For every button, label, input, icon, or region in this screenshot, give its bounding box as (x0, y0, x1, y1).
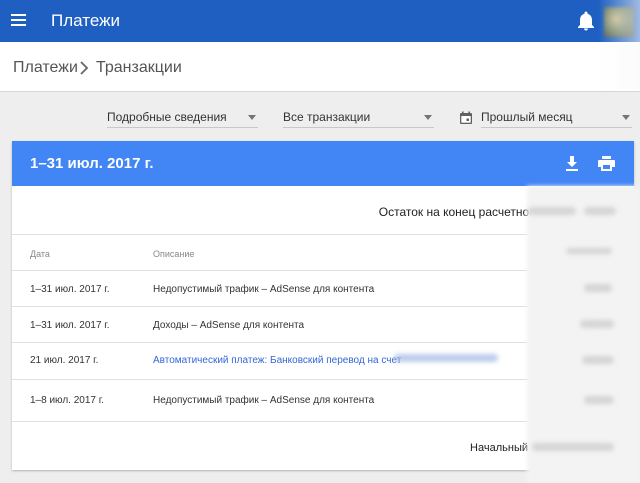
chevron-right-icon (79, 60, 89, 76)
redacted-value (528, 207, 576, 215)
notifications-bell-icon[interactable] (577, 11, 595, 31)
transaction-type-dropdown[interactable]: Все транзакции (283, 106, 434, 128)
redacted-value (584, 207, 616, 215)
row-description: Недопустимый трафик – AdSense для контен… (153, 395, 375, 406)
redacted-value (580, 320, 614, 328)
redacted-region (527, 186, 640, 483)
starting-balance-label: Начальный (470, 442, 528, 454)
column-header-description: Описание (153, 249, 195, 259)
menu-icon[interactable] (11, 11, 28, 31)
filter-row: Подробные сведения Все транзакции Прошлы… (0, 96, 640, 136)
date-range-dropdown[interactable]: Прошлый месяц (481, 106, 632, 128)
row-description: Доходы – AdSense для контента (153, 320, 305, 331)
row-date: 1–31 июл. 2017 г. (30, 284, 110, 295)
dropdown-arrow-icon (248, 115, 256, 120)
redacted-value (582, 356, 614, 364)
redacted-account-number (394, 354, 498, 362)
print-icon[interactable] (598, 156, 615, 171)
redacted-edge (598, 0, 640, 90)
dropdown-arrow-icon (424, 115, 432, 120)
calendar-icon (459, 111, 473, 125)
dropdown-arrow-icon (622, 115, 630, 120)
breadcrumb-current: Транзакции (96, 59, 182, 76)
date-range-value: Прошлый месяц (481, 110, 573, 124)
row-description: Недопустимый трафик – AdSense для контен… (153, 284, 375, 295)
row-date: 1–8 июл. 2017 г. (30, 395, 104, 406)
row-date: 1–31 июл. 2017 г. (30, 320, 110, 331)
ending-balance-label: Остаток на конец расчетного (378, 205, 540, 219)
redacted-value (566, 248, 612, 254)
card-header: 1–31 июл. 2017 г. (12, 141, 634, 186)
redacted-value (584, 396, 614, 404)
transaction-type-value: Все транзакции (283, 110, 371, 124)
breadcrumb-root-link[interactable]: Платежи (13, 59, 78, 77)
statement-period: 1–31 июл. 2017 г. (30, 155, 154, 172)
download-icon[interactable] (565, 156, 579, 171)
top-app-bar: Платежи (0, 0, 640, 42)
row-date: 21 июл. 2017 г. (30, 355, 99, 366)
redacted-value (532, 443, 614, 451)
row-description-link[interactable]: Автоматический платеж: Банковский перево… (153, 355, 401, 366)
column-header-date: Дата (30, 249, 50, 259)
detail-level-value: Подробные сведения (107, 110, 227, 124)
redacted-value (584, 284, 612, 292)
app-title: Платежи (51, 11, 120, 30)
breadcrumb: Платежи Транзакции (0, 42, 640, 92)
detail-level-dropdown[interactable]: Подробные сведения (107, 106, 258, 128)
